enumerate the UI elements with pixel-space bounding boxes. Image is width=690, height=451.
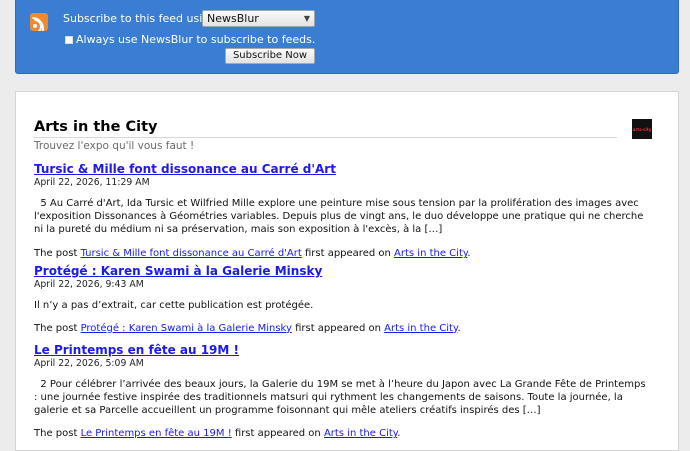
item-footer: The post Tursic & Mille font dissonance … (34, 247, 646, 260)
subscribe-now-button[interactable]: Subscribe Now (225, 48, 315, 64)
item-excerpt: 5 Au Carré d'Art, Ida Tursic et Wilfried… (34, 198, 644, 235)
item-footer: The post Protégé : Karen Swami à la Gale… (34, 322, 646, 335)
item-excerpt: 2 Pour célébrer l’arrivée des beaux jour… (34, 379, 646, 416)
feed-reader-select[interactable]: NewsBlur ▼ (202, 10, 315, 27)
site-link[interactable]: Arts in the City (394, 248, 467, 259)
item-date: April 22, 2026, 5:09 AM (34, 358, 144, 369)
subscribe-label: Subscribe to this feed using (63, 12, 217, 25)
footer-prefix: The post (34, 322, 78, 334)
chevron-down-icon: ▼ (303, 14, 310, 23)
item-date: April 22, 2026, 9:43 AM (34, 279, 144, 290)
footer-mid: first appeared on (304, 248, 391, 260)
feed-content: Arts in the City Trouvez l'expo qu'il vo… (15, 91, 679, 451)
title-divider (34, 137, 617, 138)
always-use-checkbox[interactable] (65, 35, 73, 44)
footer-prefix: The post (34, 428, 78, 440)
item-footer: The post Le Printemps en fête au 19M ! f… (34, 427, 646, 440)
footer-end: . (397, 428, 401, 440)
item-title-link[interactable]: Le Printemps en fête au 19M ! (34, 343, 646, 357)
item-date: April 22, 2026, 11:29 AM (34, 177, 150, 188)
footer-end: . (457, 322, 461, 334)
feed-reader-selected: NewsBlur (207, 12, 259, 25)
always-use-row[interactable]: Always use NewsBlur to subscribe to feed… (65, 33, 315, 46)
post-link[interactable]: Le Printemps en fête au 19M ! (81, 428, 232, 439)
site-logo[interactable]: arts·city (632, 119, 652, 139)
rss-feed-icon (30, 13, 48, 31)
always-use-label: Always use NewsBlur to subscribe to feed… (76, 33, 316, 46)
feed-item: Le Printemps en fête au 19M ! April 22, … (34, 343, 646, 440)
site-link[interactable]: Arts in the City (324, 428, 397, 439)
feed-subtitle: Trouvez l'expo qu'il vous faut ! (34, 140, 195, 152)
item-excerpt: Il n’y a pas d’extrait, car cette public… (34, 300, 314, 311)
item-title-link[interactable]: Protégé : Karen Swami à la Galerie Minsk… (34, 264, 646, 278)
site-logo-text: arts·city (632, 126, 652, 132)
footer-end: . (467, 248, 471, 260)
feed-title: Arts in the City (34, 119, 158, 135)
feed-item: Tursic & Mille font dissonance au Carré … (34, 162, 646, 260)
subscribe-box: Subscribe to this feed using NewsBlur ▼ … (15, 0, 679, 74)
footer-mid: first appeared on (234, 428, 321, 440)
post-link[interactable]: Tursic & Mille font dissonance au Carré … (81, 248, 302, 259)
feed-item: Protégé : Karen Swami à la Galerie Minsk… (34, 264, 646, 335)
site-link[interactable]: Arts in the City (384, 323, 457, 334)
footer-prefix: The post (34, 248, 78, 260)
footer-mid: first appeared on (295, 322, 381, 334)
post-link[interactable]: Protégé : Karen Swami à la Galerie Minsk… (81, 323, 292, 334)
item-title-link[interactable]: Tursic & Mille font dissonance au Carré … (34, 162, 646, 176)
